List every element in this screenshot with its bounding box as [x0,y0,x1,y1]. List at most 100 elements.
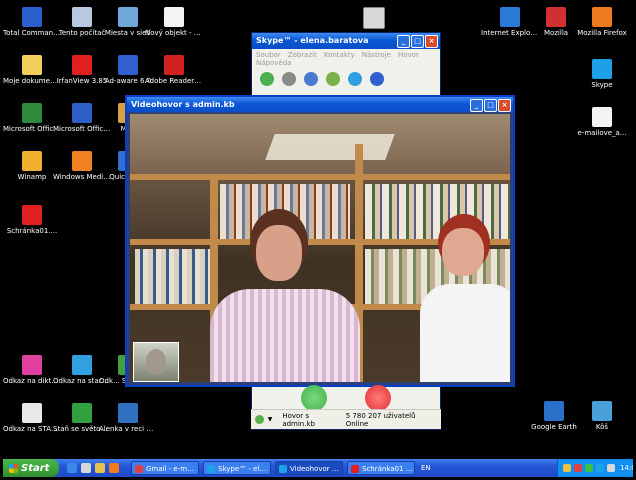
close-button[interactable]: × [498,99,511,112]
remote-video-feed [130,114,510,382]
winamp-icon [22,151,42,171]
my-documents-icon [22,55,42,75]
text-document-icon [164,7,184,27]
quick-launch [67,463,119,473]
adaware-icon [118,55,138,75]
tray-icon-3[interactable] [585,464,593,472]
language-indicator[interactable]: EN [421,464,431,472]
shortcut-icon [118,403,138,423]
search-icon[interactable] [282,72,296,86]
maximize-button[interactable]: □ [484,99,497,112]
taskbar: Start Gmail - e-mail... Skype™ - ele... Vi… [3,459,633,477]
google-earth-icon [544,401,564,421]
clipboard-icon [22,205,42,225]
skype-menu-item[interactable]: Nápověda [256,59,291,67]
skype-menu-item[interactable]: Soubor [256,51,281,59]
profile-icon[interactable] [370,72,384,86]
desktop-shortcut[interactable]: Nový objekt - Textový d... [145,7,203,37]
chat-icon[interactable] [304,72,318,86]
desktop-shortcut-label: Kôš [595,423,609,431]
desktop-shortcut[interactable]: Alenka v reci okolo nás [99,403,157,433]
video-title: Videohovor s admin.kb [131,100,235,109]
printer-shortcut[interactable] [345,7,403,31]
taskbar-task-button[interactable]: Gmail - e-mail... [131,461,199,475]
call-status-text: Hovor s admin.kb [282,411,315,428]
word-icon [72,103,92,123]
total-commander-icon [22,7,42,27]
firefox-icon [592,7,612,27]
close-button[interactable]: × [425,35,438,48]
taskbar-task-button[interactable]: Skype™ - ele... [203,461,271,475]
tray-icon-4[interactable] [596,464,604,472]
maximize-button[interactable]: □ [411,35,424,48]
desktop-shortcut-label: Nový objekt - Textový d... [145,29,203,37]
network-icon [118,7,138,27]
desktop-shortcut-label: Alenka v reci okolo nás [99,425,157,433]
video-call-window[interactable]: Videohovor s admin.kb _ □ × [125,95,515,387]
answer-call-button[interactable] [301,385,327,411]
online-users-count: 5 780 207 uživatelů Online [345,411,416,428]
recycle-bin-icon [592,401,612,421]
desktop-shortcut-label: Mozilla Firefox [577,29,627,37]
desktop-shortcut[interactable]: Kôš [573,401,631,431]
taskbar-task-button[interactable]: Schránka01 - ... [347,461,415,475]
taskbar-tasks: Gmail - e-mail... Skype™ - ele... Videohov… [127,461,415,475]
start-button[interactable]: Start [3,459,59,477]
mozilla-icon [546,7,566,27]
desktop-shortcut[interactable]: Adobe Reader 7.0 [145,55,203,85]
video-title-bar[interactable]: Videohovor s admin.kb _ □ × [127,97,513,112]
send-file-icon[interactable] [326,72,340,86]
skype-menu-item[interactable]: Nástroje [362,51,391,59]
start-label: Start [21,462,50,474]
volume-icon[interactable] [607,464,615,472]
shortcut-icon [72,403,92,423]
computer-icon [72,7,92,27]
text-document-icon [592,107,612,127]
status-online-icon[interactable] [255,415,264,424]
skype-status-bar: ▼ Hovor s admin.kb 5 780 207 uživatelů O… [251,409,441,429]
clock[interactable]: 14:0 [620,464,633,472]
skype-menu-item[interactable]: Kontakty [324,51,355,59]
windows-logo-icon [9,463,18,473]
desktop-shortcut[interactable]: Mozilla Firefox [573,7,631,37]
desktop-shortcut-label: Adobe Reader 7.0 [145,77,203,85]
person-right [420,214,510,382]
media-player-icon [72,151,92,171]
self-view-preview[interactable] [133,342,179,382]
shortcut-icon [72,355,92,375]
taskbar-task-button[interactable]: Videohovor s ... [275,461,343,475]
skype-title-bar[interactable]: Skype™ - elena.baratova _ □ × [252,33,440,49]
skype-menu-bar: Soubor Zobrazit Kontakty Nástroje Hovor Nápov… [252,49,440,69]
shortcut-icon [22,403,42,423]
skype-toolbar [252,69,440,89]
tray-icon-1[interactable] [563,464,571,472]
excel-icon [22,103,42,123]
printer-icon [363,7,385,29]
skype-menu-item[interactable]: Zobrazit [288,51,317,59]
add-contact-icon[interactable] [260,72,274,86]
minimize-button[interactable]: _ [470,99,483,112]
person-left [210,209,360,382]
firefox-quicklaunch-icon[interactable] [109,463,119,473]
show-desktop-icon[interactable] [81,463,91,473]
system-tray: 14:0 [557,459,633,477]
desktop-shortcut[interactable]: Skype [573,59,631,89]
ie-quicklaunch-icon[interactable] [67,463,77,473]
minimize-button[interactable]: _ [397,35,410,48]
desktop-shortcut-label: Skype [591,81,613,89]
desktop-shortcut[interactable]: Schránka01.... [3,205,61,235]
folder-quicklaunch-icon[interactable] [95,463,105,473]
internet-explorer-icon [500,7,520,27]
skype-menu-item[interactable]: Hovor [398,51,419,59]
desktop-shortcut[interactable]: e-mailove_a... [573,107,631,137]
shortcut-icon [22,355,42,375]
dropdown-arrow-icon[interactable]: ▼ [268,416,273,423]
skype-icon [592,59,612,79]
conference-icon[interactable] [348,72,362,86]
desktop-shortcut-label: e-mailove_a... [577,129,627,137]
desktop: Total Commander Tento počítač Miesta v sie… [3,3,633,477]
adobe-reader-icon [164,55,184,75]
tray-icon-2[interactable] [574,464,582,472]
skype-title: Skype™ - elena.baratova [256,36,369,45]
hang-up-button[interactable] [365,385,391,411]
